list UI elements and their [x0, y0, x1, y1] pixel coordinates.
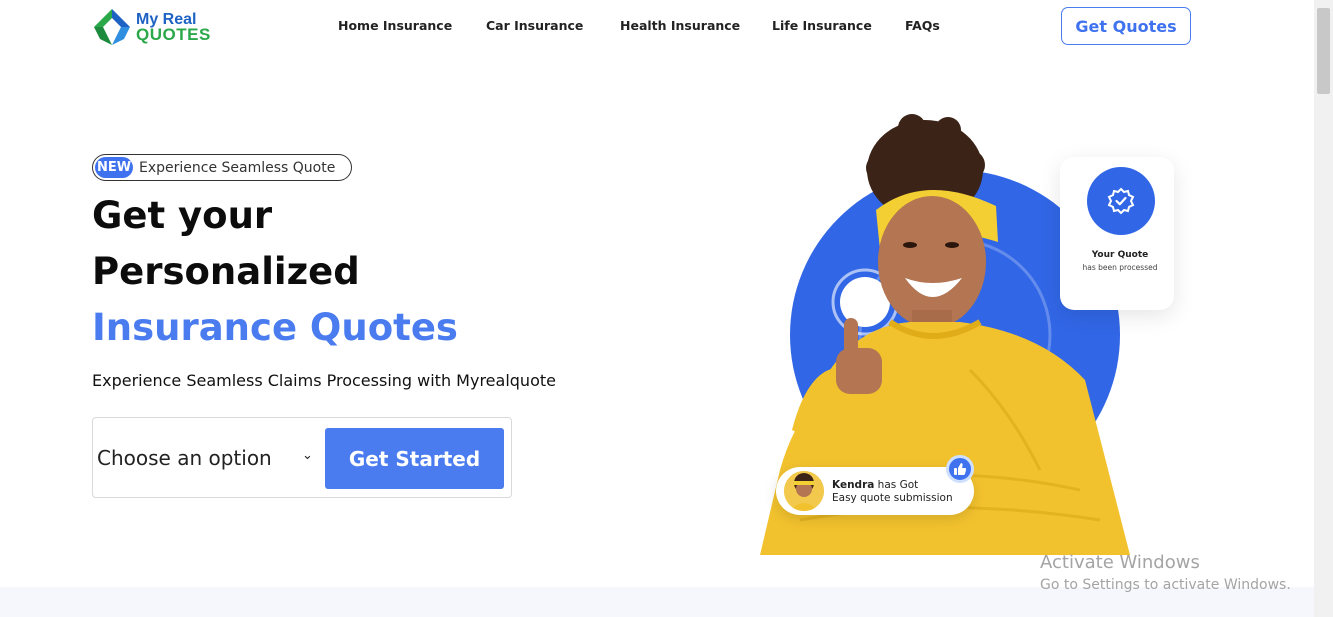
verified-check-icon [1107, 187, 1135, 215]
site-logo[interactable]: My Real QUOTES [92, 6, 211, 48]
testimonial-chip: Kendra has Got Easy quote submission [776, 467, 974, 515]
quote-card-title: Your Quote [1091, 250, 1149, 260]
hero-heading-line1: Get your [92, 194, 273, 237]
new-pill: NEW [95, 157, 133, 178]
new-badge: NEW Experience Seamless Quote [92, 154, 352, 181]
quote-card-subtitle: has been processed [1082, 263, 1158, 272]
quote-status-card: Your Quote has been processed [1060, 157, 1174, 310]
nav-car-insurance[interactable]: Car Insurance [486, 18, 583, 33]
nav-faqs[interactable]: FAQs [905, 18, 940, 33]
scrollbar-thumb[interactable] [1317, 8, 1330, 94]
quote-form: Choose an option ⌄ Get Started [92, 417, 512, 498]
activate-windows-subtitle: Go to Settings to activate Windows. [1040, 577, 1291, 593]
nav-home-insurance[interactable]: Home Insurance [338, 18, 452, 33]
nav-health-insurance[interactable]: Health Insurance [620, 18, 740, 33]
avatar [784, 471, 824, 511]
thumbs-up-icon [954, 463, 967, 475]
logo-text-line2: QUOTES [136, 25, 211, 44]
like-badge [946, 455, 974, 483]
badge-text: Experience Seamless Quote [139, 159, 336, 176]
chip-name-suffix: has Got [874, 479, 919, 491]
get-started-button[interactable]: Get Started [325, 428, 504, 489]
chevron-down-icon: ⌄ [302, 448, 313, 463]
chip-text: Easy quote submission [832, 492, 953, 504]
logo-icon [94, 9, 130, 45]
page: My Real QUOTES Home Insurance Car Insura… [0, 0, 1333, 617]
nav-life-insurance[interactable]: Life Insurance [772, 18, 872, 33]
hero-heading-line2: Personalized [92, 250, 360, 293]
hero-subtitle: Experience Seamless Claims Processing wi… [92, 371, 556, 390]
hero-heading-line3: Insurance Quotes [92, 306, 458, 349]
face [878, 196, 986, 328]
select-value: Choose an option [97, 446, 272, 470]
get-quotes-button[interactable]: Get Quotes [1061, 7, 1191, 45]
activate-windows-title: Activate Windows [1040, 552, 1200, 573]
insurance-type-select[interactable]: Choose an option ⌄ [97, 442, 317, 474]
chip-name: Kendra [832, 479, 875, 491]
page-scrollbar[interactable] [1314, 0, 1333, 617]
